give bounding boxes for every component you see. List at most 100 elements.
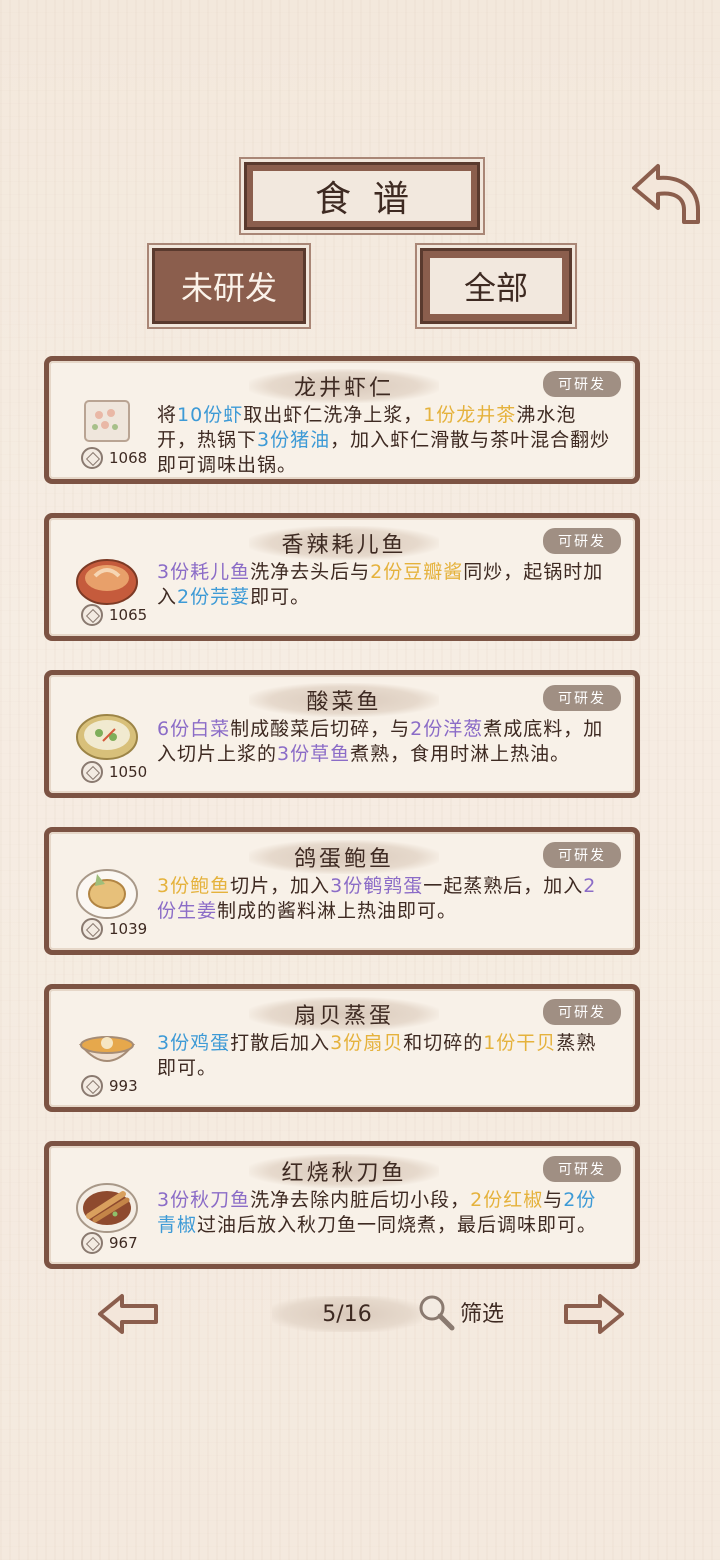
recipe-card-body: 酸菜鱼 可研发 1050 6份白菜制成酸菜后切碎，与2份洋葱煮成底料，加入切片上… [49, 675, 635, 793]
ingredient-highlight: 2份豆瓣酱 [370, 561, 464, 583]
ingredient-highlight: 3份鲍鱼 [157, 875, 231, 897]
desc-text: 制成酸菜后切碎，与 [230, 718, 411, 740]
researchable-badge: 可研发 [543, 842, 621, 868]
desc-text: 洗净去头后与 [250, 561, 371, 583]
desc-text: 取出虾仁洗净上浆， [243, 404, 424, 426]
back-arrow-icon [632, 164, 700, 224]
recipe-card[interactable]: 扇贝蒸蛋 可研发 993 3份鸡蛋打散后加入3份扇贝和切碎的1份干贝蒸熟即可。 [44, 984, 640, 1112]
recipe-card[interactable]: 红烧秋刀鱼 可研发 967 3份秋刀鱼洗净去除内脏后切小段，2份红椒与2份青椒过… [44, 1141, 640, 1269]
magnifier-icon [419, 1295, 455, 1331]
researchable-badge: 可研发 [543, 1156, 621, 1182]
filter-button[interactable]: 筛选 [416, 1292, 504, 1332]
recipe-description: 6份白菜制成酸菜后切碎，与2份洋葱煮成底料，加入切片上浆的3份草鱼煮熟，食用时淋… [157, 717, 613, 767]
back-arrow-button[interactable] [628, 160, 704, 228]
recipe-card[interactable]: 龙井虾仁 可研发 1068 将10份虾取出虾仁洗净上浆，1份龙井茶沸水泡开，热锅… [44, 356, 640, 484]
ingredient-highlight: 3份扇贝 [330, 1032, 404, 1054]
coin-icon [81, 1232, 103, 1254]
spicy-fish-pot-icon [76, 559, 138, 605]
recipe-card[interactable]: 香辣耗儿鱼 可研发 1065 3份耗儿鱼洗净去头后与2份豆瓣酱同炒，起锅时加入2… [44, 513, 640, 641]
next-page-button[interactable] [562, 1292, 626, 1336]
recipe-description: 将10份虾取出虾仁洗净上浆，1份龙井茶沸水泡开，热锅下3份猪油，加入虾仁滑散与茶… [157, 403, 613, 478]
tab-undeveloped[interactable]: 未研发 [152, 248, 306, 324]
pickled-fish-bowl-icon [76, 714, 138, 760]
desc-text: 打散后加入 [230, 1032, 331, 1054]
cost-value: 967 [109, 1234, 138, 1252]
desc-text: 将 [157, 404, 178, 426]
researchable-badge: 可研发 [543, 999, 621, 1025]
tab-all-label: 全部 [430, 258, 562, 314]
ingredient-highlight: 10份虾 [177, 404, 244, 426]
coin-icon [81, 1075, 103, 1097]
desc-text: 和切碎的 [403, 1032, 484, 1054]
recipe-card-body: 扇贝蒸蛋 可研发 993 3份鸡蛋打散后加入3份扇贝和切碎的1份干贝蒸熟即可。 [49, 989, 635, 1107]
cost-display: 1050 [81, 761, 147, 783]
desc-text: 切片，加入 [230, 875, 331, 897]
coin-icon [81, 447, 103, 469]
recipe-card-body: 鸽蛋鲍鱼 可研发 1039 3份鲍鱼切片，加入3份鹌鹑蛋一起蒸熟后，加入2份生姜… [49, 832, 635, 950]
abalone-plate-icon [76, 869, 138, 919]
cost-display: 1039 [81, 918, 147, 940]
cost-value: 1050 [109, 763, 148, 781]
ingredient-highlight: 6份白菜 [157, 718, 231, 740]
desc-text: 煮熟，食用时淋上热油。 [350, 743, 571, 765]
recipe-name-banner: 扇贝蒸蛋 [249, 997, 439, 1031]
recipe-description: 3份秋刀鱼洗净去除内脏后切小段，2份红椒与2份青椒过油后放入秋刀鱼一同烧煮，最后… [157, 1188, 613, 1238]
recipe-name: 酸菜鱼 [306, 690, 382, 715]
ingredient-highlight: 3份鸡蛋 [157, 1032, 231, 1054]
desc-text: 过油后放入秋刀鱼一同烧煮，最后调味即可。 [197, 1214, 598, 1236]
recipe-card[interactable]: 鸽蛋鲍鱼 可研发 1039 3份鲍鱼切片，加入3份鹌鹑蛋一起蒸熟后，加入2份生姜… [44, 827, 640, 955]
recipe-card-body: 香辣耗儿鱼 可研发 1065 3份耗儿鱼洗净去头后与2份豆瓣酱同炒，起锅时加入2… [49, 518, 635, 636]
recipe-name: 龙井虾仁 [293, 376, 394, 401]
cost-display: 1065 [81, 604, 147, 626]
cost-display: 993 [81, 1075, 138, 1097]
page-title-plaque: 食谱 [244, 162, 480, 230]
cost-value: 1065 [109, 606, 148, 624]
tab-all[interactable]: 全部 [420, 248, 572, 324]
researchable-badge: 可研发 [543, 528, 621, 554]
ingredient-highlight: 3份猪油 [257, 429, 331, 451]
cost-display: 967 [81, 1232, 138, 1254]
recipe-name-banner: 龙井虾仁 [249, 369, 439, 403]
desc-text: 一起蒸熟后，加入 [423, 875, 584, 897]
page-title: 食谱 [314, 179, 431, 220]
steamed-egg-bowl-icon [78, 1036, 136, 1062]
pagination-bar: 5/16 筛选 [0, 1292, 720, 1340]
recipe-description: 3份鸡蛋打散后加入3份扇贝和切碎的1份干贝蒸熟即可。 [157, 1031, 613, 1081]
ingredient-highlight: 3份草鱼 [277, 743, 351, 765]
page-number: 5/16 [322, 1301, 372, 1327]
ingredient-highlight: 2份芫荽 [177, 586, 251, 608]
coin-icon [81, 604, 103, 626]
ingredient-highlight: 1份龙井茶 [423, 404, 517, 426]
recipe-description: 3份鲍鱼切片，加入3份鹌鹑蛋一起蒸熟后，加入2份生姜制成的酱料淋上热油即可。 [157, 874, 613, 924]
researchable-badge: 可研发 [543, 685, 621, 711]
recipe-card-body: 龙井虾仁 可研发 1068 将10份虾取出虾仁洗净上浆，1份龙井茶沸水泡开，热锅… [49, 361, 635, 479]
recipe-card[interactable]: 酸菜鱼 可研发 1050 6份白菜制成酸菜后切碎，与2份洋葱煮成底料，加入切片上… [44, 670, 640, 798]
cost-value: 1068 [109, 449, 148, 467]
ingredient-highlight: 3份鹌鹑蛋 [330, 875, 424, 897]
ingredient-highlight: 2份洋葱 [410, 718, 484, 740]
shrimp-dish-icon [84, 400, 130, 442]
desc-text: 与 [543, 1189, 564, 1211]
filter-label: 筛选 [460, 1302, 505, 1327]
recipe-name: 红烧秋刀鱼 [281, 1161, 407, 1186]
braised-saury-plate-icon [76, 1183, 138, 1233]
arrow-left-icon [98, 1294, 158, 1334]
page-indicator: 5/16 [272, 1296, 422, 1332]
recipe-name-banner: 红烧秋刀鱼 [249, 1154, 439, 1188]
desc-text: 制成的酱料淋上热油即可。 [217, 900, 458, 922]
recipe-description: 3份耗儿鱼洗净去头后与2份豆瓣酱同炒，起锅时加入2份芫荽即可。 [157, 560, 613, 610]
recipe-card-body: 红烧秋刀鱼 可研发 967 3份秋刀鱼洗净去除内脏后切小段，2份红椒与2份青椒过… [49, 1146, 635, 1264]
recipe-name: 扇贝蒸蛋 [293, 1004, 394, 1029]
coin-icon [81, 761, 103, 783]
cost-value: 993 [109, 1077, 138, 1095]
recipe-name: 鸽蛋鲍鱼 [293, 847, 394, 872]
researchable-badge: 可研发 [543, 371, 621, 397]
arrow-right-icon [564, 1294, 624, 1334]
tab-undeveloped-label: 未研发 [162, 258, 296, 314]
prev-page-button[interactable] [96, 1292, 160, 1336]
ingredient-highlight: 1份干贝 [483, 1032, 557, 1054]
desc-text: 洗净去除内脏后切小段， [250, 1189, 471, 1211]
recipe-name: 香辣耗儿鱼 [281, 533, 407, 558]
cost-display: 1068 [81, 447, 147, 469]
ingredient-highlight: 3份秋刀鱼 [157, 1189, 251, 1211]
